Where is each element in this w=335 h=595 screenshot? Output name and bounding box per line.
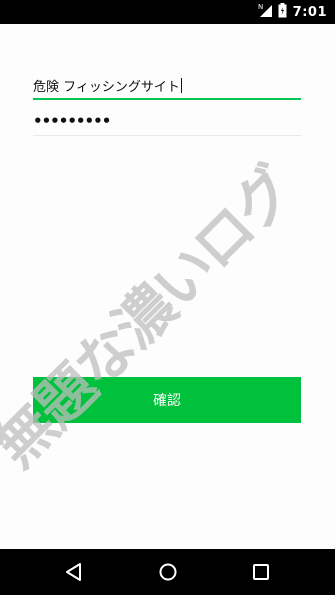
password-underline xyxy=(33,135,301,136)
recents-icon[interactable] xyxy=(250,561,272,583)
username-underline xyxy=(33,98,301,100)
status-time: 7:01 xyxy=(292,4,327,20)
status-icons: N 7:01 xyxy=(258,0,327,24)
home-icon[interactable] xyxy=(157,561,179,583)
app-screen: N 7:01 危険 フィッシングサイト ••••••••• 確認 無題な濃いログ xyxy=(0,0,335,595)
password-field[interactable]: ••••••••• xyxy=(33,110,301,136)
back-icon[interactable] xyxy=(63,561,85,583)
text-cursor xyxy=(180,78,182,93)
watermark-text: 無題な濃いログ xyxy=(0,154,308,480)
status-bar: N 7:01 xyxy=(0,0,335,24)
password-value: ••••••••• xyxy=(33,112,111,130)
username-field-text: 危険 フィッシングサイト xyxy=(33,76,182,95)
username-field[interactable]: 危険 フィッシングサイト xyxy=(33,70,301,100)
battery-icon xyxy=(278,2,287,22)
svg-text:N: N xyxy=(258,3,263,11)
confirm-button[interactable]: 確認 xyxy=(33,377,301,423)
username-value: 危険 フィッシングサイト xyxy=(33,80,180,95)
network-type-icon: N xyxy=(258,2,272,22)
navigation-bar xyxy=(0,549,335,595)
